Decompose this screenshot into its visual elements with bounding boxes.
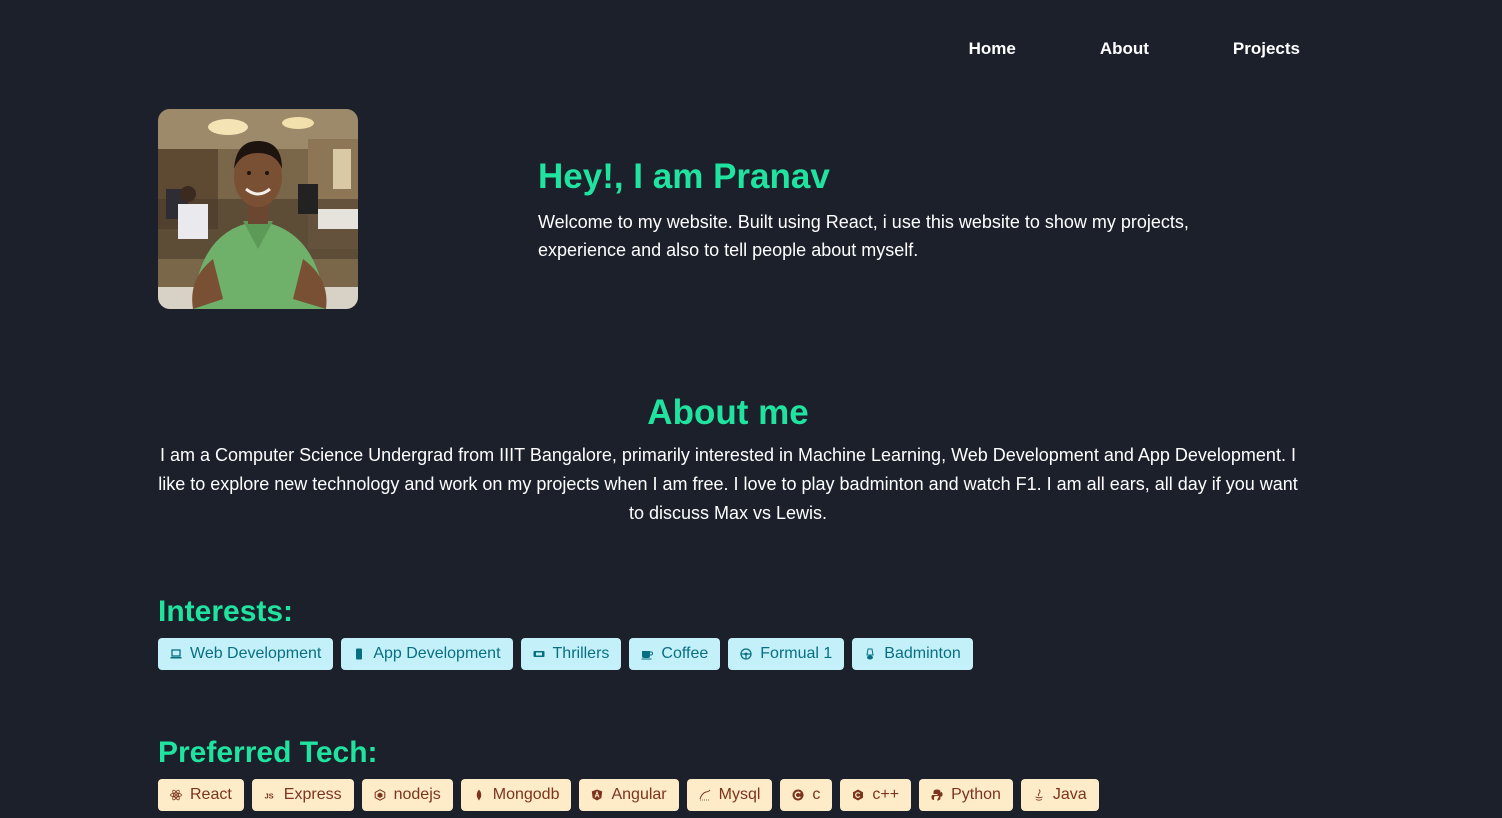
interest-tag-coffee: Coffee [629, 638, 721, 670]
tech-tag-label: Python [951, 786, 1001, 803]
svg-text:JS: JS [264, 792, 273, 801]
tech-tag-label: Express [283, 786, 342, 803]
interest-tag-label: App Development [373, 645, 501, 662]
tech-tag-label: Java [1052, 786, 1087, 803]
tech-tag-nodejs: nodejs [361, 779, 453, 811]
interest-tag-formual-1: Formual 1 [728, 638, 845, 670]
preferred-tech-title: Preferred Tech: [158, 736, 378, 769]
nav-about-link[interactable]: About [1100, 36, 1149, 62]
tech-tag-java: Java [1020, 779, 1099, 811]
interest-tag-web-development: Web Development [158, 638, 334, 670]
tech-tag-cpp: c++ [840, 779, 912, 811]
nav-home-link[interactable]: Home [969, 36, 1016, 62]
tech-tag-label: nodejs [393, 786, 441, 803]
hero-section: Hey!, I am Pranav Welcome to my website.… [538, 155, 1258, 264]
tech-tag-react: React [158, 779, 244, 811]
interest-tag-label: Badminton [884, 645, 961, 662]
profile-photo [158, 109, 358, 309]
profile-photo-illustration [158, 109, 358, 309]
tech-tag-angular: Angular [579, 779, 679, 811]
tech-tag-mongodb: Mongodb [460, 779, 572, 811]
java-icon [1033, 789, 1045, 801]
react-icon [170, 789, 182, 801]
tech-tag-list: React JS Express nodejs Mongodb Angular … [158, 779, 1099, 811]
tech-tag-label: Mysql [718, 786, 761, 803]
steering-wheel-icon [740, 648, 752, 660]
hero-description: Welcome to my website. Built using React… [538, 212, 1189, 260]
interest-tag-label: Formual 1 [760, 645, 833, 662]
top-nav: Home About Projects [969, 36, 1300, 62]
tech-tag-label: c [812, 786, 821, 803]
python-icon [931, 789, 943, 801]
mobile-icon [353, 648, 365, 660]
js-icon: JS [264, 789, 276, 801]
tech-tag-express: JS Express [251, 779, 354, 811]
interests-title: Interests: [158, 595, 294, 628]
interest-tag-app-development: App Development [341, 638, 513, 670]
tech-tag-label: Angular [611, 786, 667, 803]
nodejs-icon [374, 789, 386, 801]
coffee-icon [641, 648, 654, 660]
c-icon [792, 789, 804, 801]
tech-tag-python: Python [919, 779, 1013, 811]
shuttlecock-icon [864, 648, 876, 660]
nav-projects-link[interactable]: Projects [1233, 36, 1300, 62]
interest-tag-label: Coffee [661, 645, 709, 662]
interest-tag-label: Web Development [190, 645, 322, 662]
tech-tag-label: React [190, 786, 232, 803]
tech-tag-c: c [780, 779, 833, 811]
tech-tag-label: Mongodb [492, 786, 560, 803]
about-title: About me [647, 393, 809, 432]
interest-tag-label: Thrillers [552, 645, 610, 662]
mongodb-icon [473, 789, 485, 801]
interest-tag-thrillers: Thrillers [520, 638, 622, 670]
interests-tag-list: Web Development App Development Thriller… [158, 638, 973, 670]
interest-tag-badminton: Badminton [852, 638, 973, 670]
hero-title: Hey!, I am Pranav [538, 157, 830, 196]
mysql-icon [699, 789, 711, 801]
tech-tag-mysql: Mysql [686, 779, 773, 811]
about-description: I am a Computer Science Undergrad from I… [158, 445, 1298, 523]
ticket-icon [533, 648, 545, 660]
cpp-icon [852, 789, 864, 801]
laptop-icon [170, 648, 182, 660]
tech-tag-label: c++ [872, 786, 900, 803]
angular-icon [591, 789, 603, 801]
